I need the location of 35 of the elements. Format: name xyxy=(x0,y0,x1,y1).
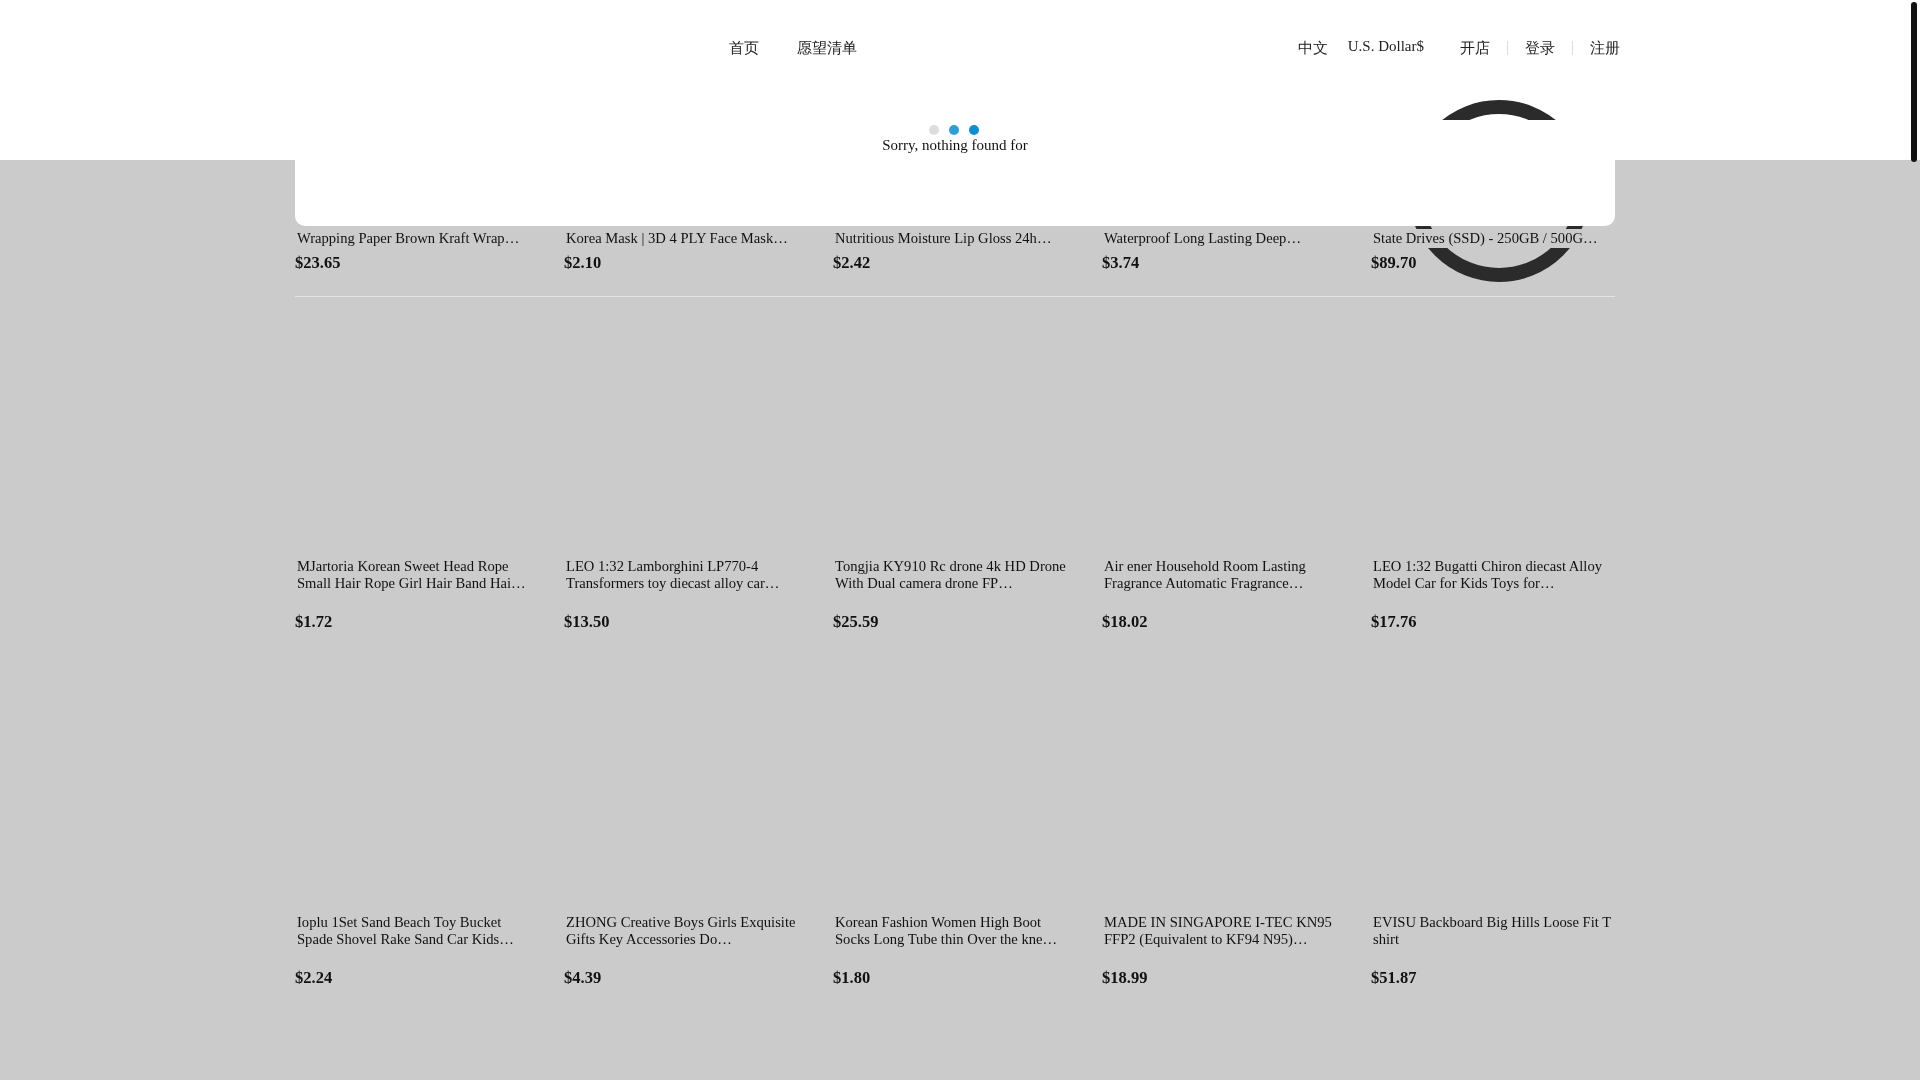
nav-link[interactable]: 愿望清单 xyxy=(797,38,857,58)
product-price: $17.76 xyxy=(1371,612,1418,632)
loading-dots-icon xyxy=(928,124,980,136)
account-link[interactable]: 开店 xyxy=(1460,38,1490,58)
product-price: $2.42 xyxy=(833,253,872,273)
account-link[interactable]: 注册 xyxy=(1590,38,1620,58)
product-price: $23.65 xyxy=(295,253,342,273)
product-price: $51.87 xyxy=(1371,968,1418,988)
nav-link[interactable]: 首页 xyxy=(729,38,759,58)
product-price: $2.24 xyxy=(295,968,334,988)
product-title[interactable]: Ioplu 1Set Sand Beach Toy Bucket Spade Shovel Rake Sand Car Kids… xyxy=(297,914,535,958)
product-price: $1.72 xyxy=(295,612,334,632)
product-title[interactable]: ZHONG Creative Boys Girls Exquisite Gifts Key Accessories Do… xyxy=(566,914,804,958)
product-price: $25.59 xyxy=(833,612,880,632)
product-title[interactable]: Air ener Household Room Lasting Fragrance Automatic Fragrance… xyxy=(1104,558,1342,602)
product-title[interactable]: MADE IN SINGAPORE I-TEC KN95 FFP2 (Equivalent to KF94 N95)… xyxy=(1104,914,1342,958)
product-title[interactable]: Tongjia KY910 Rc drone 4k HD Drone With Dual camera drone FP… xyxy=(835,558,1073,602)
product-price: $4.39 xyxy=(564,968,603,988)
product-price: $3.74 xyxy=(1102,253,1141,273)
empty-results-message: Sorry, nothing found for xyxy=(882,137,1028,154)
product-title[interactable]: Korean Fashion Women High Boot Socks Long Tube thin Over the kne… xyxy=(835,914,1073,958)
product-price: $1.80 xyxy=(833,968,872,988)
product-price: $2.10 xyxy=(564,253,603,273)
product-price: $13.50 xyxy=(564,612,611,632)
product-price: $89.70 xyxy=(1371,253,1418,273)
product-title[interactable]: LEO 1:32 Lamborghini LP770-4 Transformers toy diecast alloy car… xyxy=(566,558,804,602)
product-title[interactable]: LEO 1:32 Bugatti Chiron diecast Alloy Model Car for Kids Toys for… xyxy=(1373,558,1611,602)
currency-link[interactable]: U.S. Dollar$ xyxy=(1347,36,1424,56)
scrollbar[interactable] xyxy=(1911,2,1917,162)
product-price: $18.99 xyxy=(1102,968,1149,988)
language-link[interactable]: 中文 xyxy=(1297,38,1328,58)
account-link[interactable]: 登录 xyxy=(1525,38,1555,58)
product-price: $18.02 xyxy=(1102,612,1149,632)
product-title[interactable]: EVISU Backboard Big Hills Loose Fit T shirt xyxy=(1373,914,1611,958)
product-title[interactable]: MJartoria Korean Sweet Head Rope Small Hair Rope Girl Hair Band Hai… xyxy=(297,558,535,602)
